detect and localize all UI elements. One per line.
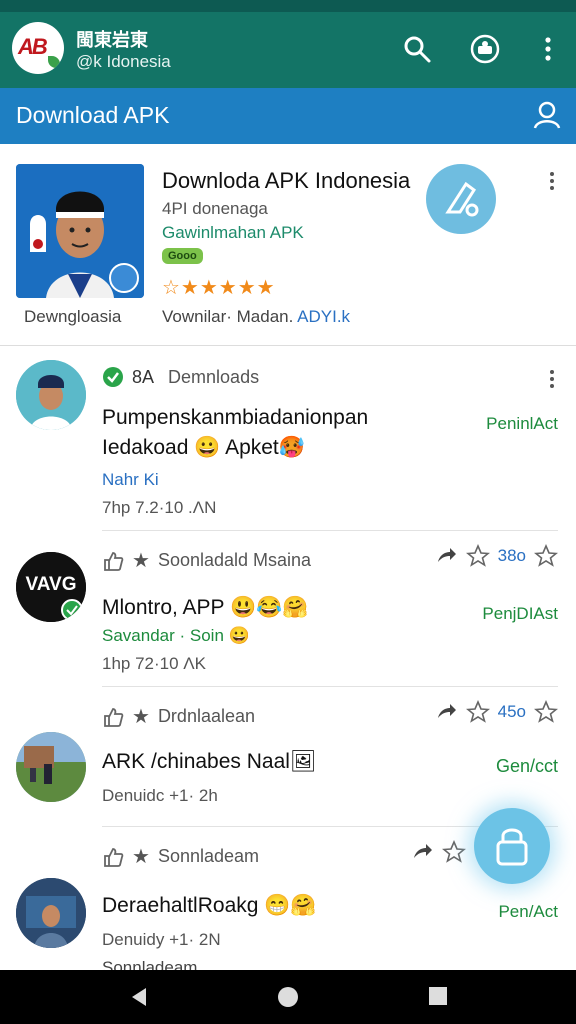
feed-item[interactable]: 8A Demnloads Pumpenskanmbiadanionpan Ied… <box>0 346 576 530</box>
item-title: ARK /chinabes Naal🖼 <box>102 750 317 773</box>
star-outline-icon[interactable] <box>534 700 558 724</box>
avatar <box>16 360 86 430</box>
item-status[interactable]: Gen/cct <box>496 756 558 777</box>
recents-icon[interactable] <box>428 986 448 1006</box>
item-author[interactable]: Nahr Ki <box>102 470 159 490</box>
app-subtitle: @k Idonesia <box>76 52 171 71</box>
share-icon[interactable] <box>434 700 458 724</box>
verified-icon <box>103 367 123 387</box>
like-icon[interactable] <box>102 846 124 868</box>
item-header-text: Drdnlaalean <box>157 706 256 726</box>
star-outline-icon[interactable] <box>534 544 558 568</box>
star-outline-icon[interactable] <box>442 840 466 864</box>
status-bar <box>0 0 576 12</box>
system-nav-bar <box>0 970 576 1024</box>
item-info: 7hp 7.2·10 .ΛN <box>102 498 217 517</box>
floating-action-button[interactable] <box>474 808 550 884</box>
share-icon[interactable] <box>410 840 434 864</box>
leaf-icon <box>48 56 60 68</box>
featured-app-card[interactable]: Dewngloasia Downloda APK Indonesia 4PI d… <box>0 144 576 346</box>
item-header-text: Soonladald Msaina <box>157 550 312 570</box>
item-actions: 38o <box>434 544 558 568</box>
share-icon[interactable] <box>434 544 458 568</box>
star-outline-icon[interactable] <box>465 544 490 568</box>
next-item-peek: Sonnladeam <box>102 958 198 970</box>
section-bar: Download APK <box>0 88 576 144</box>
item-status[interactable]: PenjDIAst <box>482 604 558 624</box>
item-info: 1hp 72·10 ΛK <box>102 654 206 673</box>
account-card-icon[interactable] <box>470 34 500 64</box>
meta-prefix: Vownilar· Madan. <box>162 307 294 326</box>
item-header: ★ Soonladald Msaina <box>102 548 311 573</box>
item-count: 45o <box>497 702 526 721</box>
star-icon: ★ <box>132 550 150 572</box>
home-icon[interactable] <box>277 986 299 1008</box>
item-title-line2: Iedakoad 😀 Apket🥵 <box>102 436 305 459</box>
avatar: VAVG <box>16 552 86 622</box>
app-category-link[interactable]: Gawinlmahan APK <box>162 223 304 243</box>
app-logo[interactable]: AB <box>12 22 64 74</box>
search-icon[interactable] <box>402 34 432 64</box>
profile-icon[interactable] <box>532 100 562 130</box>
app-cover-image <box>16 164 144 298</box>
item-title: DeraehaltlRoakg 😁🤗 <box>102 894 317 917</box>
app-name: Downloda APK Indonesia <box>162 168 411 193</box>
like-icon[interactable] <box>102 550 124 572</box>
item-title: Mlontro, APP 😃😂🤗 <box>102 596 309 619</box>
item-badge-count: 8A <box>132 366 155 387</box>
app-developer: 4PI donenaga <box>162 199 268 218</box>
card-menu-icon[interactable] <box>549 172 555 192</box>
item-status[interactable]: PeninlAct <box>486 414 558 434</box>
rating-stars: ☆★★★★★ <box>162 277 276 299</box>
item-menu-icon[interactable] <box>549 370 555 390</box>
item-header: 8A Demnloads <box>102 366 259 388</box>
overflow-menu-icon[interactable] <box>533 34 563 64</box>
app-caption: Dewngloasia <box>24 307 122 326</box>
avatar <box>16 732 86 802</box>
app-title: 閩東岩東 <box>76 30 148 50</box>
item-header-text: Sonnladeam <box>157 846 260 866</box>
app-badge: Gooo <box>162 248 203 264</box>
item-info: Denuidc +1· 2h <box>102 786 218 805</box>
lock-download-icon <box>496 828 528 866</box>
back-icon[interactable] <box>128 986 150 1008</box>
star-icon: ★ <box>132 846 150 868</box>
item-actions <box>410 840 466 864</box>
item-header: ★ Drdnlaalean <box>102 704 255 729</box>
divider <box>102 530 558 531</box>
item-author[interactable]: Savandar · Soin 😀 <box>102 626 250 646</box>
logo-text: AB <box>18 34 48 59</box>
item-info: Denuidy +1· 2N <box>102 930 221 949</box>
feed-item[interactable]: VAVG ★ Soonladald Msaina 38o Mlontro, AP… <box>0 530 576 686</box>
feed-item[interactable]: ★ Drdnlaalean 45o ARK /chinabes Naal🖼 De… <box>0 686 576 826</box>
item-count: 38o <box>497 546 526 565</box>
app-meta: Vownilar· Madan. ADYI.k <box>162 307 350 327</box>
divider <box>102 686 558 687</box>
app-bar: AB 閩東岩東 @k Idonesia <box>0 12 576 88</box>
like-icon[interactable] <box>102 706 124 728</box>
star-outline-icon[interactable] <box>465 700 490 724</box>
install-action-button[interactable] <box>426 164 496 234</box>
meta-link[interactable]: ADYI.k <box>297 307 350 326</box>
item-header-text: Demnloads <box>168 366 260 387</box>
edit-tool-icon <box>445 181 479 217</box>
star-icon: ★ <box>132 706 150 728</box>
item-actions: 45o <box>434 700 558 724</box>
item-status[interactable]: Pen/Act <box>498 902 558 922</box>
item-header: ★ Sonnladeam <box>102 844 259 869</box>
section-title: Download APK <box>16 102 170 128</box>
avatar <box>16 878 86 948</box>
item-title-line1: Pumpenskanmbiadanionpan <box>102 406 369 429</box>
avatar-text: VAVG <box>25 574 76 595</box>
